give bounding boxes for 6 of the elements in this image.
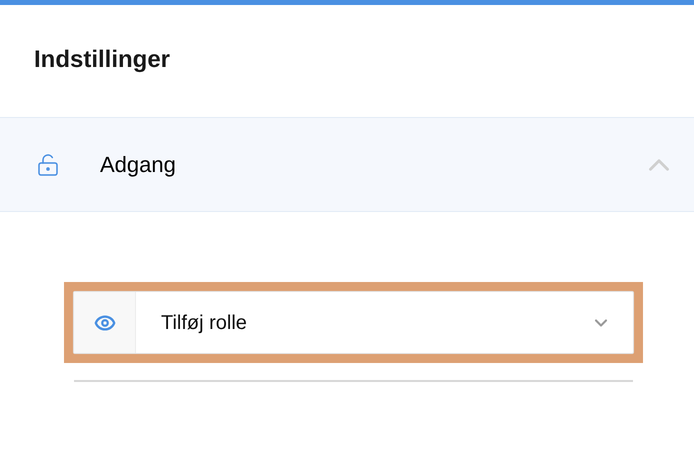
role-select[interactable]: Tilføj rolle: [73, 291, 634, 354]
section-label: Adgang: [100, 151, 177, 179]
page-title: Indstillinger: [34, 45, 170, 75]
unlock-icon: [36, 152, 60, 176]
section-header[interactable]: Adgang: [0, 117, 694, 212]
select-placeholder: Tilføj rolle: [161, 310, 248, 336]
